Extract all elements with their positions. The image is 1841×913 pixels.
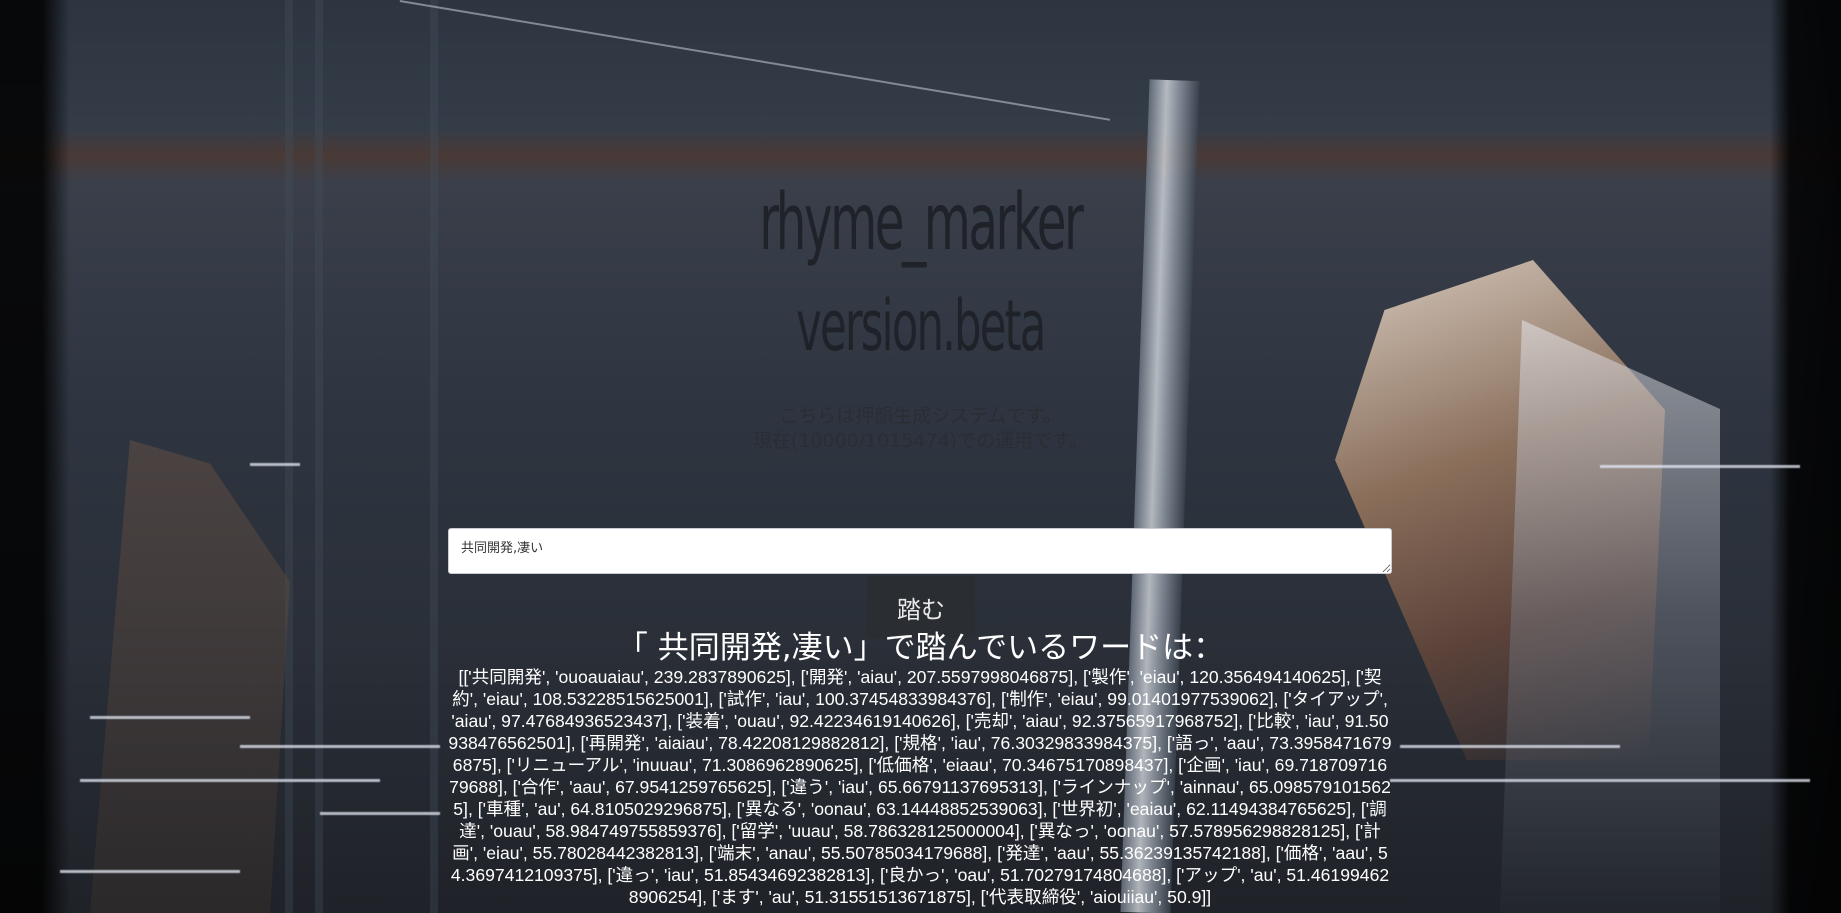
main-content: rhyme_marker version.beta こちらは押韻生成システムです…	[0, 0, 1841, 913]
page-title: rhyme_marker	[759, 178, 1084, 268]
version-subtitle: version.beta	[796, 285, 1046, 367]
description-line: こちらは押韻生成システムです。	[779, 405, 1062, 427]
description: こちらは押韻生成システムです。 現在(10000/1015474)での運用です。	[0, 404, 1841, 454]
result-list: [['共同開発', 'ouoauaiau', 239.2837890625], …	[448, 667, 1392, 907]
word-input[interactable]: 共同開発,凄い	[448, 528, 1392, 574]
description-line: 現在(10000/1015474)での運用です。	[752, 430, 1089, 452]
result-heading: 「 共同開発,凄い」で踏んでいるワードは：	[616, 630, 1225, 666]
